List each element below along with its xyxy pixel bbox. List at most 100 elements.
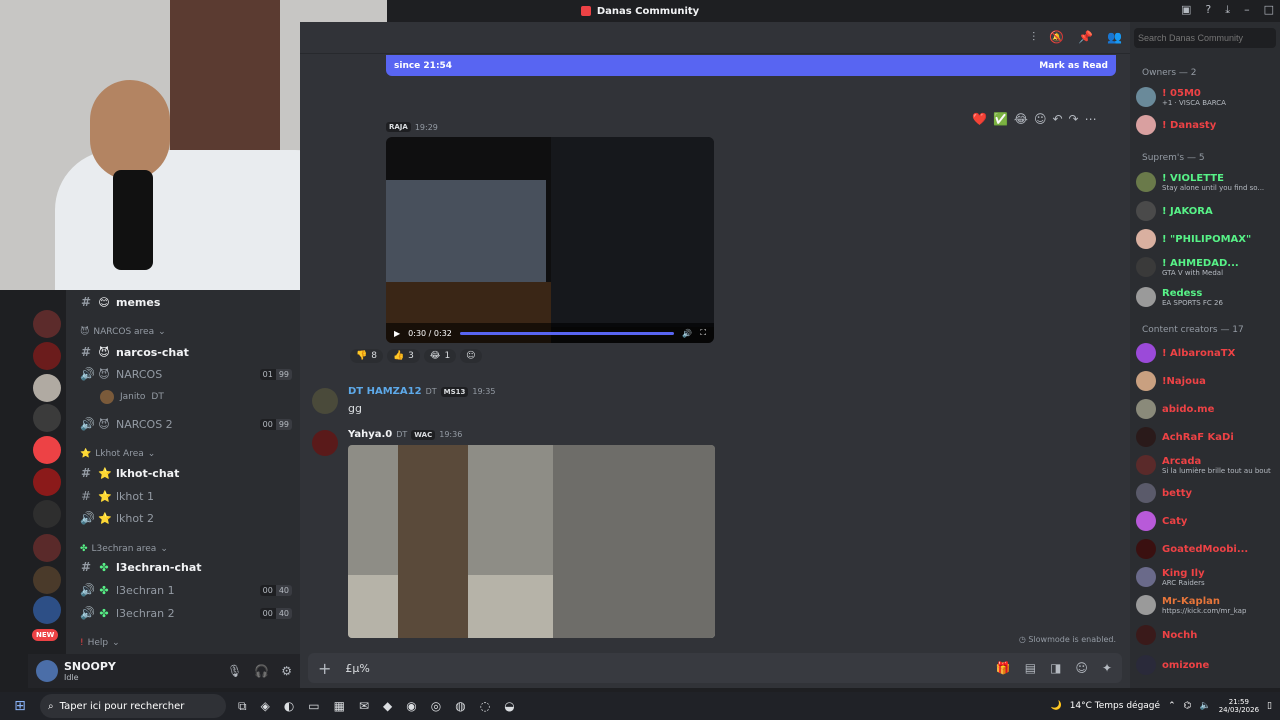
reaction-thumbs-up[interactable]: 👍 3 [386, 349, 420, 363]
category-lkhot[interactable]: ⭐ Lkhot Area ⌄ [80, 449, 155, 459]
gif-icon[interactable]: ▤ [1025, 661, 1036, 675]
avatar[interactable] [312, 430, 338, 456]
gift-icon[interactable]: 🎁 [996, 661, 1011, 675]
mute-bell-icon[interactable]: 🔕 [1049, 30, 1064, 45]
network-icon[interactable]: ⌬ [1184, 701, 1192, 711]
video-attachment[interactable]: ▶ 0:30 / 0:32 🔊 ⛶ [386, 137, 714, 343]
reaction-thumbs-down[interactable]: 👎 8 [350, 349, 383, 363]
channel-memes[interactable]: # 😊 memes [80, 292, 292, 312]
fullscreen-icon[interactable]: ⛶ [700, 328, 706, 338]
member-item[interactable]: King Ily ARC Raiders [1136, 564, 1280, 590]
image-attachment[interactable] [348, 445, 715, 638]
server-icon-2[interactable] [33, 342, 61, 370]
member-item[interactable]: ! VIOLETTE Stay alone until you find so..… [1136, 169, 1280, 195]
category-l3echran[interactable]: ✤ L3echran area ⌄ [80, 544, 168, 554]
threads-icon[interactable]: ⫶ [1032, 30, 1035, 45]
channel-narcos-voice[interactable]: 🔊 😈 NARCOS 01 99 [80, 364, 292, 384]
inbox-icon[interactable]: ▣ [1181, 3, 1191, 17]
task-view-icon[interactable]: ⧉ [238, 699, 247, 714]
member-item[interactable]: Arcada Si la lumière brille tout au bout [1136, 452, 1280, 478]
channel-lkhot-1[interactable]: # ⭐ lkhot 1 [80, 486, 292, 506]
mark-as-read-button[interactable]: Mark as Read [1039, 61, 1108, 71]
server-icon-active[interactable] [33, 436, 61, 464]
game-icon[interactable]: ◌ [480, 699, 490, 714]
member-item[interactable]: ! Danasty [1136, 112, 1280, 138]
member-item[interactable]: abido.me [1136, 396, 1280, 422]
copilot-icon[interactable]: ◈ [261, 699, 270, 714]
weather-text[interactable]: 14°C Temps dégagé [1070, 701, 1160, 711]
notification-icon[interactable]: ▯ [1267, 701, 1272, 711]
volume-icon[interactable]: 🔊 [682, 329, 692, 338]
apps-icon[interactable]: ✦ [1102, 661, 1112, 675]
play-icon[interactable]: ▶ [394, 329, 400, 338]
add-reaction-icon[interactable]: ☺ [1034, 112, 1047, 126]
volume-icon[interactable]: 🔈 [1199, 701, 1210, 711]
sticker-icon[interactable]: ◨ [1050, 661, 1061, 675]
new-messages-banner[interactable]: since 21:54 Mark as Read [386, 55, 1116, 76]
member-item[interactable]: ! AHMEDAD... GTA V with Medal [1136, 254, 1280, 280]
member-item[interactable]: ! JAKORA [1136, 198, 1280, 224]
store-icon[interactable]: ▦ [334, 699, 345, 714]
plus-icon[interactable]: + [318, 659, 331, 678]
server-icon-8[interactable] [33, 534, 61, 562]
channel-narcos-chat[interactable]: # 😈 narcos-chat [80, 342, 292, 362]
member-item[interactable]: ! AlbaronaTX [1136, 340, 1280, 366]
steam-icon[interactable]: ◒ [504, 699, 514, 714]
channel-l3echran-2[interactable]: 🔊 ✤ l3echran 2 00 40 [80, 603, 292, 623]
headphones-icon[interactable]: 🎧 [254, 664, 269, 678]
member-item[interactable]: Redess EA SPORTS FC 26 [1136, 284, 1280, 310]
avatar[interactable] [36, 660, 58, 682]
discord-icon[interactable]: ◉ [406, 699, 416, 714]
gear-icon[interactable]: ⚙ [281, 664, 292, 678]
spotify-icon[interactable]: ◍ [455, 699, 465, 714]
chevron-up-icon[interactable]: ⌃ [1168, 701, 1176, 711]
server-icon-10[interactable] [33, 596, 61, 624]
search-input[interactable] [1134, 28, 1276, 48]
category-help[interactable]: ! Help ⌄ [80, 638, 120, 648]
channel-l3echran-chat[interactable]: # ✤ l3echran-chat [80, 557, 292, 577]
clock[interactable]: 21:59 24/03/2026 [1219, 698, 1259, 714]
microphone-icon[interactable]: 🎙 [227, 664, 242, 678]
file-explorer-icon[interactable]: ▭ [308, 699, 319, 714]
member-item[interactable]: !Najoua [1136, 368, 1280, 394]
member-item[interactable]: AchRaF KaDi [1136, 424, 1280, 450]
member-item[interactable]: omizone [1136, 652, 1280, 678]
mail-icon[interactable]: ✉ [359, 699, 369, 714]
edge-icon[interactable]: ◐ [284, 699, 294, 714]
author-name[interactable]: DT HAMZA12 [348, 386, 422, 397]
heart-reaction-icon[interactable]: ❤️ [972, 112, 987, 126]
taskbar-search[interactable]: ⌕ Taper ici pour rechercher [40, 694, 226, 718]
user-info[interactable]: SNOOPY Idle [64, 660, 116, 682]
voice-user-janito[interactable]: Janito DT [100, 390, 164, 404]
server-icon-4[interactable] [33, 404, 61, 432]
server-icon-3[interactable] [33, 374, 61, 402]
category-narcos[interactable]: 😈 NARCOS area ⌄ [80, 327, 166, 337]
forward-icon[interactable]: ↷ [1069, 112, 1079, 126]
laugh-reaction-icon[interactable]: 😂 [1014, 112, 1028, 126]
author-name[interactable]: Yahya.0 [348, 429, 392, 440]
server-icon-6[interactable] [33, 468, 61, 496]
member-item[interactable]: Caty [1136, 508, 1280, 534]
members-icon[interactable]: 👥 [1107, 30, 1122, 45]
message-composer[interactable]: + £µ% 🎁 ▤ ◨ ☺ ✦ [308, 653, 1122, 683]
help-icon[interactable]: ? [1205, 3, 1211, 17]
member-item[interactable]: GoatedMoobi... [1136, 536, 1280, 562]
channel-lkhot-2[interactable]: 🔊 ⭐ lkhot 2 [80, 508, 292, 528]
channel-narcos-2[interactable]: 🔊 😈 NARCOS 2 00 99 [80, 414, 292, 434]
more-icon[interactable]: ⋯ [1085, 112, 1097, 126]
add-reaction-button[interactable]: ☺ [460, 349, 482, 363]
avatar[interactable] [312, 388, 338, 414]
server-icon-9[interactable] [33, 566, 61, 594]
member-item[interactable]: ! "PHILIPOMAX" [1136, 226, 1280, 252]
minimize-icon[interactable]: – [1244, 3, 1250, 17]
emoji-icon[interactable]: ☺ [1075, 661, 1088, 675]
member-item[interactable]: Mr-Kaplan https://kick.com/mr_kap [1136, 592, 1280, 618]
channel-lkhot-chat[interactable]: # ⭐ lkhot-chat [80, 463, 292, 483]
server-icon-7[interactable] [33, 500, 61, 528]
channel-l3echran-1[interactable]: 🔊 ✤ l3echran 1 00 40 [80, 580, 292, 600]
member-item[interactable]: betty [1136, 480, 1280, 506]
app-icon[interactable]: ◎ [431, 699, 441, 714]
composer-input[interactable]: £µ% [345, 662, 369, 675]
member-item[interactable]: ! 05M0 +1 · VISCA BARCA [1136, 84, 1280, 110]
check-reaction-icon[interactable]: ✅ [993, 112, 1008, 126]
